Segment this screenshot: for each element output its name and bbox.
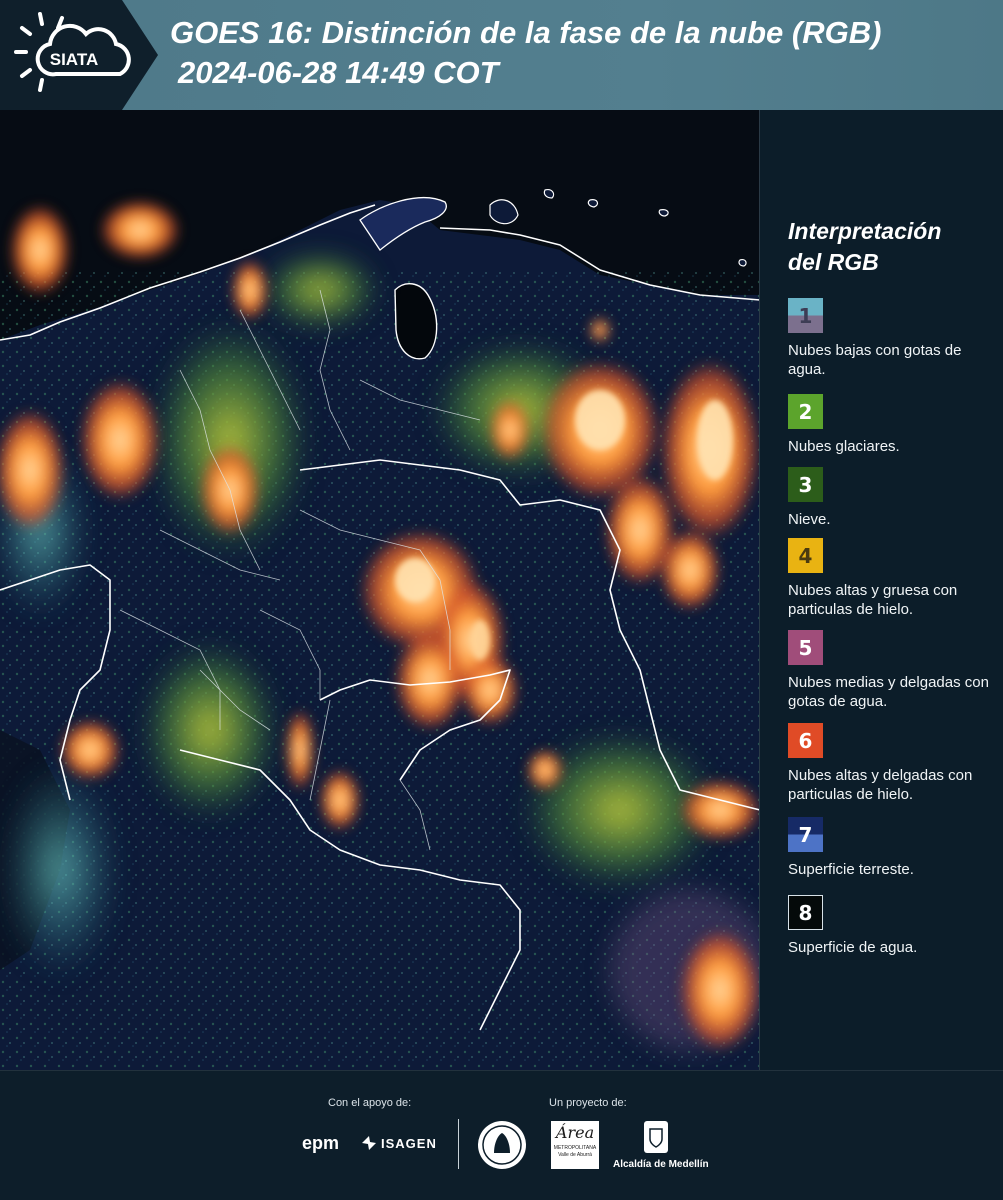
legend-title-line1: Interpretación [788, 218, 942, 244]
legend-number-3: 3 [798, 472, 813, 497]
legend-label-6: Nubes altas y delgadas con particulas de… [788, 767, 973, 803]
page-title: GOES 16: Distinción de la fase de la nub… [170, 15, 882, 50]
legend-number-1: 1 [798, 303, 813, 328]
alcaldia-shield-icon [644, 1121, 668, 1153]
legend-swatch-7: 7 [788, 817, 823, 852]
satellite-map [0, 110, 760, 1070]
legend-item-5: 5 Nubes medias y delgadas con gotas de a… [788, 630, 998, 711]
legend-item-1: 1 Nubes bajas con gotas de agua. [788, 298, 998, 379]
footer-divider [458, 1119, 459, 1169]
legend-number-4: 4 [798, 543, 813, 568]
university-seal-icon [478, 1121, 526, 1169]
epm-logo-text: epm [302, 1133, 340, 1153]
isagen-mark-icon [362, 1136, 376, 1150]
legend-title-line2: del RGB [788, 249, 879, 275]
legend-label-5: Nubes medias y delgadas con gotas de agu… [788, 674, 989, 710]
siata-logo-text: SIATA [50, 50, 98, 69]
area-metro-sub2: Valle de Aburrá [558, 1152, 592, 1158]
page-timestamp: 2024-06-28 14:49 COT [178, 55, 499, 90]
legend-number-5: 5 [798, 635, 813, 660]
legend-swatch-2: 2 [788, 394, 823, 429]
area-metropolitana-logo: Área METROPOLITANA Valle de Aburrá [551, 1121, 599, 1169]
legend-swatch-6: 6 [788, 723, 823, 758]
legend-item-8: 8 Superficie de agua. [788, 895, 998, 957]
legend-label-2: Nubes glaciares. [788, 438, 900, 455]
legend-item-7: 7 Superficie terreste. [788, 817, 998, 879]
alcaldia-logo-text: Alcaldía de Medellín [613, 1159, 709, 1170]
legend-item-6: 6 Nubes altas y delgadas con particulas … [788, 723, 998, 804]
legend-title: Interpretación del RGB [788, 216, 998, 278]
legend-number-8: 8 [798, 900, 813, 925]
legend-item-2: 2 Nubes glaciares. [788, 394, 998, 456]
legend-number-2: 2 [798, 399, 813, 424]
legend-swatch-5: 5 [788, 630, 823, 665]
legend-swatch-3: 3 [788, 467, 823, 502]
siata-logo: SIATA [14, 12, 131, 92]
epm-logo: epm [302, 1133, 339, 1154]
legend-label-7: Superficie terreste. [788, 861, 914, 878]
legend-label-8: Superficie de agua. [788, 939, 918, 956]
support-caption: Con el apoyo de: [328, 1097, 412, 1109]
area-metro-sub: METROPOLITANA [553, 1145, 597, 1151]
legend-label-1: Nubes bajas con gotas de agua. [788, 342, 962, 378]
area-metro-name: Área [555, 1123, 595, 1142]
legend-label-3: Nieve. [788, 511, 831, 528]
legend-panel: Interpretación del RGB 1 Nubes bajas con… [760, 110, 1003, 1070]
legend-swatch-1: 1 [788, 298, 823, 333]
legend-swatch-8: 8 [788, 895, 823, 930]
legend-swatch-4: 4 [788, 538, 823, 573]
isagen-logo-text: ISAGEN [381, 1135, 437, 1151]
header: SIATA GOES 16: Distinción de la fase de … [0, 0, 1003, 110]
legend-item-3: 3 Nieve. [788, 467, 998, 529]
footer: Con el apoyo de: Un proyecto de: epm ISA… [0, 1070, 1003, 1200]
legend-label-4: Nubes altas y gruesa con particulas de h… [788, 582, 958, 618]
legend-item-4: 4 Nubes altas y gruesa con particulas de… [788, 538, 998, 619]
satellite-rgb-image [0, 110, 759, 1070]
legend-number-6: 6 [798, 728, 813, 753]
project-caption: Un proyecto de: [549, 1097, 627, 1109]
isagen-logo: ISAGEN [360, 1134, 437, 1152]
legend-number-7: 7 [798, 822, 813, 847]
